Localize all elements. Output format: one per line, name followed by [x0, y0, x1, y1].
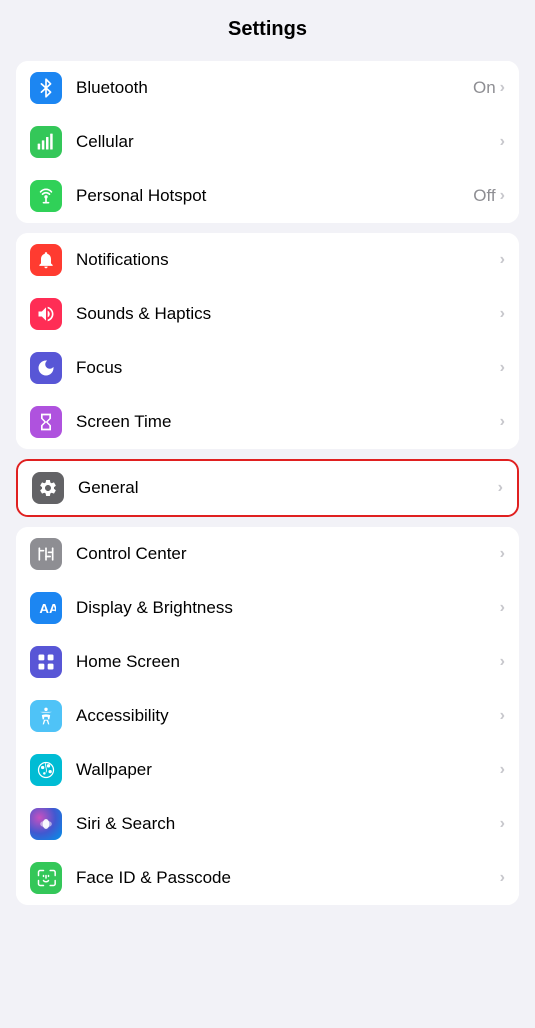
general-label: General [78, 478, 498, 498]
sidebar-item-notifications[interactable]: Notifications › [16, 233, 519, 287]
sidebar-item-faceid-passcode[interactable]: Face ID & Passcode › [16, 851, 519, 905]
home-screen-chevron: › [500, 653, 505, 671]
sidebar-item-bluetooth[interactable]: Bluetooth On › [16, 61, 519, 115]
section-display: Control Center › AA Display & Brightness… [16, 527, 519, 905]
faceid-icon [36, 868, 56, 888]
page-title: Settings [0, 18, 535, 41]
control-center-chevron: › [500, 545, 505, 563]
screen-time-label: Screen Time [76, 412, 500, 432]
home-screen-label: Home Screen [76, 652, 500, 672]
bluetooth-icon [36, 78, 56, 98]
bluetooth-icon-wrap [30, 72, 62, 104]
cellular-icon-wrap [30, 126, 62, 158]
siri-label: Siri & Search [76, 814, 500, 834]
accessibility-label: Accessibility [76, 706, 500, 726]
sounds-icon-wrap [30, 298, 62, 330]
focus-chevron: › [500, 359, 505, 377]
screen-time-chevron: › [500, 413, 505, 431]
cellular-icon [36, 132, 56, 152]
cellular-label: Cellular [76, 132, 500, 152]
sidebar-item-control-center[interactable]: Control Center › [16, 527, 519, 581]
display-icon-wrap: AA [30, 592, 62, 624]
display-chevron: › [500, 599, 505, 617]
general-highlighted-section: General › [16, 459, 519, 517]
notifications-chevron: › [500, 251, 505, 269]
sounds-label: Sounds & Haptics [76, 304, 500, 324]
wallpaper-chevron: › [500, 761, 505, 779]
control-center-label: Control Center [76, 544, 500, 564]
hotspot-chevron: › [500, 187, 505, 205]
notifications-label: Notifications [76, 250, 500, 270]
focus-icon-wrap [30, 352, 62, 384]
homescreen-icon [36, 652, 56, 672]
bell-icon [36, 250, 56, 270]
section-notifications: Notifications › Sounds & Haptics › Focus… [16, 233, 519, 449]
bluetooth-value: On [473, 78, 496, 98]
control-center-icon-wrap [30, 538, 62, 570]
wallpaper-label: Wallpaper [76, 760, 500, 780]
hotspot-icon-wrap [30, 180, 62, 212]
accessibility-chevron: › [500, 707, 505, 725]
sidebar-item-general[interactable]: General › [18, 461, 517, 515]
sidebar-item-siri-search[interactable]: Siri & Search › [16, 797, 519, 851]
sliders-icon [36, 544, 56, 564]
sidebar-item-accessibility[interactable]: Accessibility › [16, 689, 519, 743]
notifications-icon-wrap [30, 244, 62, 276]
accessibility-icon-wrap [30, 700, 62, 732]
accessibility-icon [36, 706, 56, 726]
faceid-label: Face ID & Passcode [76, 868, 500, 888]
home-screen-icon-wrap [30, 646, 62, 678]
bluetooth-label: Bluetooth [76, 78, 473, 98]
sidebar-item-cellular[interactable]: Cellular › [16, 115, 519, 169]
svg-text:AA: AA [39, 601, 56, 616]
sidebar-item-personal-hotspot[interactable]: Personal Hotspot Off › [16, 169, 519, 223]
siri-chevron: › [500, 815, 505, 833]
sidebar-item-display-brightness[interactable]: AA Display & Brightness › [16, 581, 519, 635]
general-icon-wrap [32, 472, 64, 504]
display-icon: AA [36, 598, 56, 618]
bluetooth-chevron: › [500, 79, 505, 97]
wallpaper-icon-wrap [30, 754, 62, 786]
sidebar-item-wallpaper[interactable]: Wallpaper › [16, 743, 519, 797]
display-label: Display & Brightness [76, 598, 500, 618]
sidebar-item-focus[interactable]: Focus › [16, 341, 519, 395]
general-chevron: › [498, 479, 503, 497]
moon-icon [36, 358, 56, 378]
sidebar-item-screen-time[interactable]: Screen Time › [16, 395, 519, 449]
siri-icon-wrap [30, 808, 62, 840]
sounds-chevron: › [500, 305, 505, 323]
hotspot-value: Off [473, 186, 495, 206]
sidebar-item-home-screen[interactable]: Home Screen › [16, 635, 519, 689]
screen-time-icon-wrap [30, 406, 62, 438]
focus-label: Focus [76, 358, 500, 378]
hotspot-icon [36, 186, 56, 206]
section-network: Bluetooth On › Cellular › Pers [16, 61, 519, 223]
faceid-chevron: › [500, 869, 505, 887]
faceid-icon-wrap [30, 862, 62, 894]
speaker-icon [36, 304, 56, 324]
hotspot-label: Personal Hotspot [76, 186, 473, 206]
header: Settings [0, 0, 535, 51]
cellular-chevron: › [500, 133, 505, 151]
wallpaper-icon [36, 760, 56, 780]
sidebar-item-sounds-haptics[interactable]: Sounds & Haptics › [16, 287, 519, 341]
gear-icon [38, 478, 58, 498]
hourglass-icon [36, 412, 56, 432]
siri-icon [36, 814, 56, 834]
